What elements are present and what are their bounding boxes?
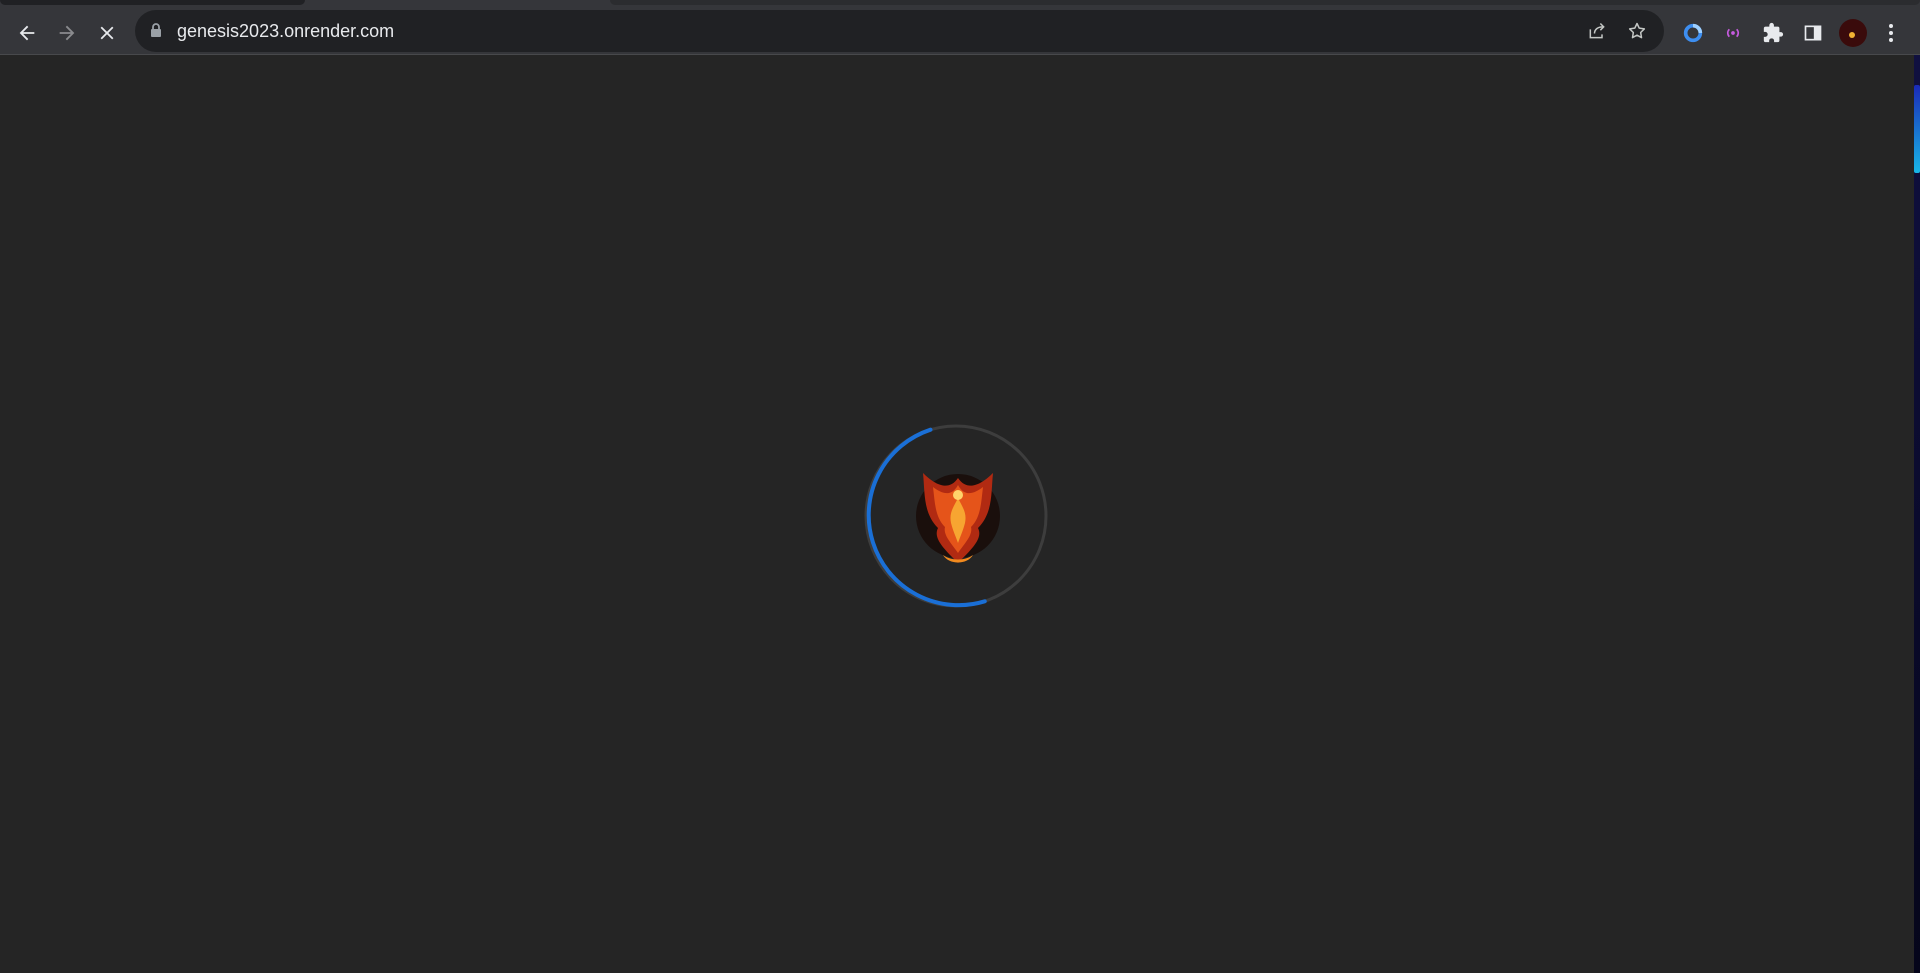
page-scrollbar[interactable]	[1914, 55, 1920, 973]
forward-button[interactable]	[47, 13, 87, 53]
puzzle-icon	[1763, 22, 1784, 43]
lock-icon[interactable]	[149, 22, 163, 38]
kebab-menu-icon	[1889, 24, 1893, 42]
side-panel-button[interactable]	[1793, 13, 1833, 53]
phoenix-logo	[916, 473, 1000, 563]
close-x-icon	[100, 26, 114, 40]
star-icon[interactable]	[1627, 21, 1647, 41]
back-button[interactable]	[7, 13, 47, 53]
scrollbar-thumb[interactable]	[1914, 85, 1920, 173]
url-text[interactable]: genesis2023.onrender.com	[177, 21, 394, 41]
address-bar[interactable]: genesis2023.onrender.com	[135, 10, 1664, 52]
loading-spinner	[864, 424, 1048, 608]
extension-button-purple[interactable]	[1713, 13, 1753, 53]
share-icon[interactable]	[1587, 21, 1607, 41]
purple-signal-extension-icon	[1726, 28, 1740, 38]
blue-ring-extension-icon	[1683, 23, 1703, 43]
extension-button-blue[interactable]	[1673, 13, 1713, 53]
avatar	[1839, 19, 1867, 47]
tab-active-edge[interactable]	[0, 0, 305, 5]
profile-button[interactable]	[1833, 13, 1873, 53]
stop-loading-button[interactable]	[87, 13, 127, 53]
side-panel-icon	[1804, 25, 1822, 41]
menu-button[interactable]	[1873, 13, 1909, 53]
arrow-right-icon	[59, 25, 75, 41]
tab-inactive-edge[interactable]	[610, 0, 1920, 5]
browser-toolbar: genesis2023.onrender.com	[0, 7, 1920, 55]
arrow-left-icon	[19, 25, 35, 41]
tab-strip	[0, 0, 1920, 7]
extensions-button[interactable]	[1753, 13, 1793, 53]
